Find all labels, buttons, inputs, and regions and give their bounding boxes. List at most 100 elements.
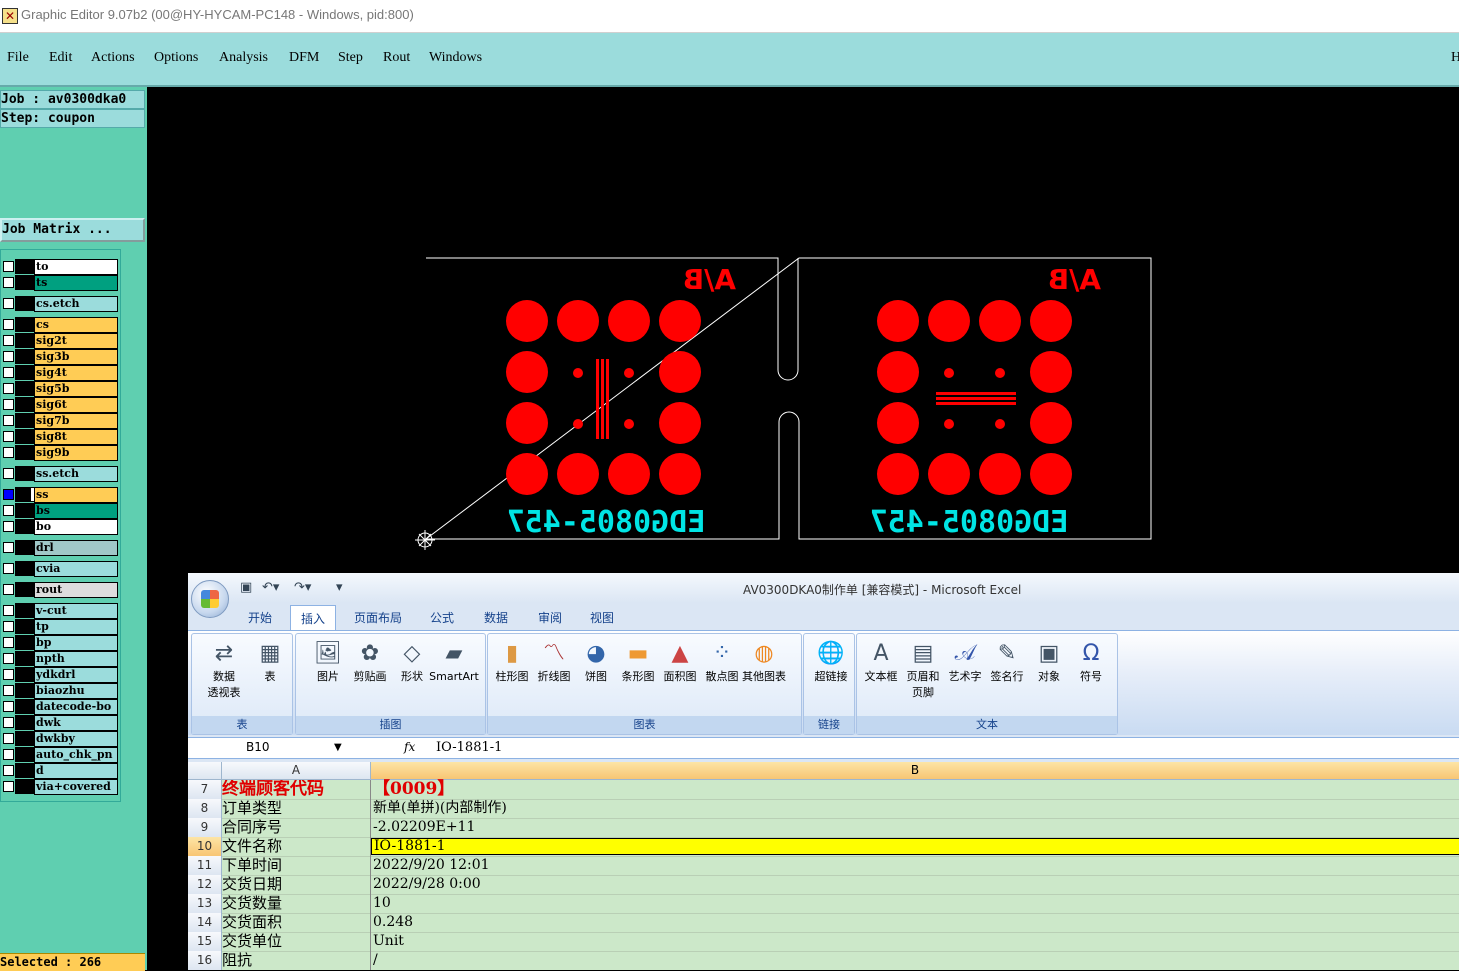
menu-edit[interactable]: Edit <box>49 50 72 66</box>
pad[interactable] <box>1030 453 1072 495</box>
cell-a[interactable]: 文件名称 <box>222 837 371 856</box>
layer-row[interactable]: sig2t <box>1 333 119 349</box>
layer-name[interactable]: sig7b <box>34 413 118 429</box>
layer-affected-toggle[interactable] <box>15 349 34 364</box>
pad[interactable] <box>1030 351 1072 393</box>
layer-affected-toggle[interactable] <box>15 747 34 762</box>
layer-name[interactable]: drl <box>34 540 118 556</box>
pad[interactable] <box>877 300 919 342</box>
layer-checkbox[interactable] <box>3 685 14 696</box>
cell-a[interactable]: 阻抗 <box>222 951 371 970</box>
layer-name[interactable]: cs <box>34 317 118 333</box>
layer-checkbox[interactable] <box>3 319 14 330</box>
layer-checkbox[interactable] <box>3 521 14 532</box>
layer-name[interactable]: to <box>34 259 118 275</box>
pad[interactable] <box>928 300 970 342</box>
layer-affected-toggle[interactable] <box>15 667 34 682</box>
layer-affected-toggle[interactable] <box>15 365 34 380</box>
row-header[interactable]: 15 <box>188 932 222 951</box>
small-pad[interactable] <box>573 419 583 429</box>
pad[interactable] <box>659 351 701 393</box>
layer-name[interactable]: sig9b <box>34 445 118 461</box>
layer-name[interactable]: ts <box>34 275 118 291</box>
layer-checkbox[interactable] <box>3 669 14 680</box>
cell-b[interactable]: 2022/9/28 0:00 <box>371 875 1459 894</box>
layer-affected-toggle[interactable] <box>15 381 34 396</box>
layer-name[interactable]: sig3b <box>34 349 118 365</box>
other-charts-button[interactable]: ◍ 其他图表 <box>742 637 786 707</box>
layer-row[interactable]: d <box>1 763 119 779</box>
layer-row[interactable]: cvia <box>1 561 119 577</box>
layer-row[interactable]: ydkdrl <box>1 667 119 683</box>
layer-row[interactable]: cs <box>1 317 119 333</box>
layer-checkbox[interactable] <box>3 621 14 632</box>
layer-affected-toggle[interactable] <box>15 779 34 794</box>
layer-name[interactable]: sig4t <box>34 365 118 381</box>
layer-name[interactable]: sig5b <box>34 381 118 397</box>
pad[interactable] <box>979 453 1021 495</box>
layer-name[interactable]: cvia <box>34 561 118 577</box>
layer-row[interactable]: ↖ss <box>1 487 119 503</box>
layer-checkbox[interactable] <box>3 367 14 378</box>
cell-a[interactable]: 合同序号 <box>222 818 371 837</box>
table-button[interactable]: ▦ 表 <box>250 637 290 707</box>
cell-b[interactable]: 新单(单拼)(内部制作) <box>371 799 1459 818</box>
row-header[interactable]: 9 <box>188 818 222 837</box>
layer-affected-toggle[interactable] <box>15 603 34 618</box>
row-header[interactable]: 11 <box>188 856 222 875</box>
cell-a[interactable]: 交货面积 <box>222 913 371 932</box>
cell-b[interactable]: 【0009】 <box>371 780 1459 799</box>
layer-checkbox[interactable] <box>3 605 14 616</box>
tab-page-layout[interactable]: 页面布局 <box>354 609 402 626</box>
cell-a[interactable]: 终端顾客代码 <box>222 780 371 799</box>
layer-name[interactable]: ydkdrl <box>34 667 118 683</box>
layer-row[interactable]: ss.etch <box>1 466 119 482</box>
layer-affected-toggle[interactable] <box>15 683 34 698</box>
layer-affected-toggle[interactable] <box>15 540 34 555</box>
layer-name[interactable]: bs <box>34 503 118 519</box>
layer-name[interactable]: bp <box>34 635 118 651</box>
small-pad[interactable] <box>944 419 954 429</box>
menu-rout[interactable]: Rout <box>383 50 410 66</box>
small-pad[interactable] <box>995 419 1005 429</box>
layer-name[interactable]: biaozhu <box>34 683 118 699</box>
cell-a[interactable]: 下单时间 <box>222 856 371 875</box>
layer-name[interactable]: datecode-bo <box>34 699 118 715</box>
formula-input[interactable]: IO-1881-1 <box>436 739 502 756</box>
layer-affected-toggle[interactable] <box>15 466 34 481</box>
layer-name[interactable]: auto_chk_pn <box>34 747 118 763</box>
layer-affected-toggle[interactable] <box>15 561 34 576</box>
layer-name[interactable]: sig6t <box>34 397 118 413</box>
layer-checkbox[interactable] <box>3 277 14 288</box>
layer-name[interactable]: tp <box>34 619 118 635</box>
customize-toolbar-icon[interactable]: ▾ <box>336 581 343 595</box>
pad[interactable] <box>877 402 919 444</box>
row-header[interactable]: 13 <box>188 894 222 913</box>
cell-b[interactable]: 10 <box>371 894 1459 913</box>
layer-checkbox[interactable] <box>3 733 14 744</box>
layer-affected-toggle[interactable] <box>15 429 34 444</box>
pad[interactable] <box>608 453 650 495</box>
layer-row[interactable]: via+covered <box>1 779 119 795</box>
layer-affected-toggle[interactable] <box>15 259 34 274</box>
layer-checkbox[interactable] <box>3 431 14 442</box>
layer-affected-toggle[interactable] <box>15 635 34 650</box>
pad[interactable] <box>506 300 548 342</box>
layer-affected-toggle[interactable] <box>15 763 34 778</box>
cell-a[interactable]: 交货数量 <box>222 894 371 913</box>
layer-row[interactable]: bs <box>1 503 119 519</box>
pad[interactable] <box>877 351 919 393</box>
layer-affected-toggle[interactable] <box>15 275 34 290</box>
small-pad[interactable] <box>573 368 583 378</box>
menu-dfm[interactable]: DFM <box>289 50 319 66</box>
layer-checkbox[interactable] <box>3 701 14 712</box>
cad-canvas[interactable]: A/B A/B EDG0805-457 EDG0805-457 <box>149 87 1459 573</box>
layer-row[interactable]: drl <box>1 540 119 556</box>
pad[interactable] <box>506 453 548 495</box>
layer-checkbox[interactable] <box>3 542 14 553</box>
row-header[interactable]: 10 <box>188 837 222 856</box>
smartart-button[interactable]: ▰ SmartArt <box>429 637 479 707</box>
insert-function-button[interactable]: fx <box>404 739 415 756</box>
cell-a[interactable]: 订单类型 <box>222 799 371 818</box>
layer-checkbox[interactable] <box>3 489 14 500</box>
